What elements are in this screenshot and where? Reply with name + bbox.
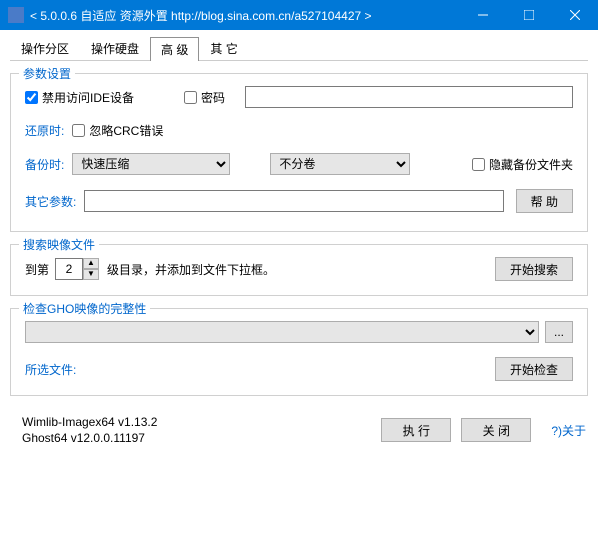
hide-folder-label: 隐藏备份文件夹 [489, 156, 573, 173]
params-title: 参数设置 [19, 65, 75, 82]
password-cb-input[interactable] [184, 91, 197, 104]
close-button[interactable] [552, 0, 598, 30]
selected-file-label: 所选文件: [25, 361, 76, 378]
ignore-crc-input[interactable] [72, 124, 85, 137]
help-button[interactable]: 帮 助 [516, 189, 573, 213]
spinner-down-icon[interactable]: ▼ [83, 269, 99, 280]
version-info: Wimlib-Imagex64 v1.13.2 Ghost64 v12.0.0.… [22, 414, 371, 446]
disable-ide-input[interactable] [25, 91, 38, 104]
ghost-version: Ghost64 v12.0.0.11197 [22, 430, 371, 446]
search-title: 搜索映像文件 [19, 236, 99, 253]
start-check-button[interactable]: 开始检查 [495, 357, 573, 381]
browse-button[interactable]: ... [545, 321, 573, 343]
about-link[interactable]: ?)关于 [551, 422, 586, 439]
run-button[interactable]: 执 行 [381, 418, 451, 442]
app-icon [8, 7, 24, 23]
disable-ide-label: 禁用访问IDE设备 [42, 89, 134, 106]
tab-partition[interactable]: 操作分区 [10, 36, 80, 60]
spinner-up-icon[interactable]: ▲ [83, 258, 99, 269]
password-checkbox[interactable]: 密码 [184, 89, 225, 106]
params-group: 参数设置 禁用访问IDE设备 密码 还原时: 忽略CRC错误 备份时: 快速压缩 [10, 73, 588, 232]
hide-folder-input[interactable] [472, 158, 485, 171]
compress-select[interactable]: 快速压缩 [72, 153, 230, 175]
ignore-crc-checkbox[interactable]: 忽略CRC错误 [72, 122, 163, 139]
start-search-button[interactable]: 开始搜索 [495, 257, 573, 281]
disable-ide-checkbox[interactable]: 禁用访问IDE设备 [25, 89, 134, 106]
gho-path-select[interactable] [25, 321, 539, 343]
search-group: 搜索映像文件 到第 ▲ ▼ 级目录，并添加到文件下拉框。 开始搜索 [10, 244, 588, 296]
close-app-button[interactable]: 关 闭 [461, 418, 531, 442]
level-input[interactable] [55, 258, 83, 280]
wimlib-version: Wimlib-Imagex64 v1.13.2 [22, 414, 371, 430]
tab-bar: 操作分区 操作硬盘 高 级 其 它 [10, 36, 588, 61]
password-input[interactable] [245, 86, 573, 108]
tab-advanced[interactable]: 高 级 [150, 37, 199, 61]
search-suffix: 级目录，并添加到文件下拉框。 [107, 261, 275, 278]
password-label: 密码 [201, 89, 225, 106]
titlebar: < 5.0.0.6 自适应 资源外置 http://blog.sina.com.… [0, 0, 598, 30]
search-prefix: 到第 [25, 261, 49, 278]
window-title: < 5.0.0.6 自适应 资源外置 http://blog.sina.com.… [30, 7, 460, 24]
hide-folder-checkbox[interactable]: 隐藏备份文件夹 [472, 156, 573, 173]
other-params-label: 其它参数: [25, 193, 76, 210]
split-select[interactable]: 不分卷 [270, 153, 410, 175]
check-title: 检查GHO映像的完整性 [19, 300, 150, 317]
restore-label: 还原时: [25, 122, 64, 139]
maximize-button[interactable] [506, 0, 552, 30]
other-params-input[interactable] [84, 190, 503, 212]
check-group: 检查GHO映像的完整性 ... 所选文件: 开始检查 [10, 308, 588, 396]
tab-disk[interactable]: 操作硬盘 [80, 36, 150, 60]
minimize-button[interactable] [460, 0, 506, 30]
tab-other[interactable]: 其 它 [199, 36, 248, 60]
level-spinner[interactable]: ▲ ▼ [55, 258, 99, 280]
backup-label: 备份时: [25, 156, 64, 173]
ignore-crc-label: 忽略CRC错误 [89, 122, 163, 139]
footer: Wimlib-Imagex64 v1.13.2 Ghost64 v12.0.0.… [0, 406, 598, 460]
